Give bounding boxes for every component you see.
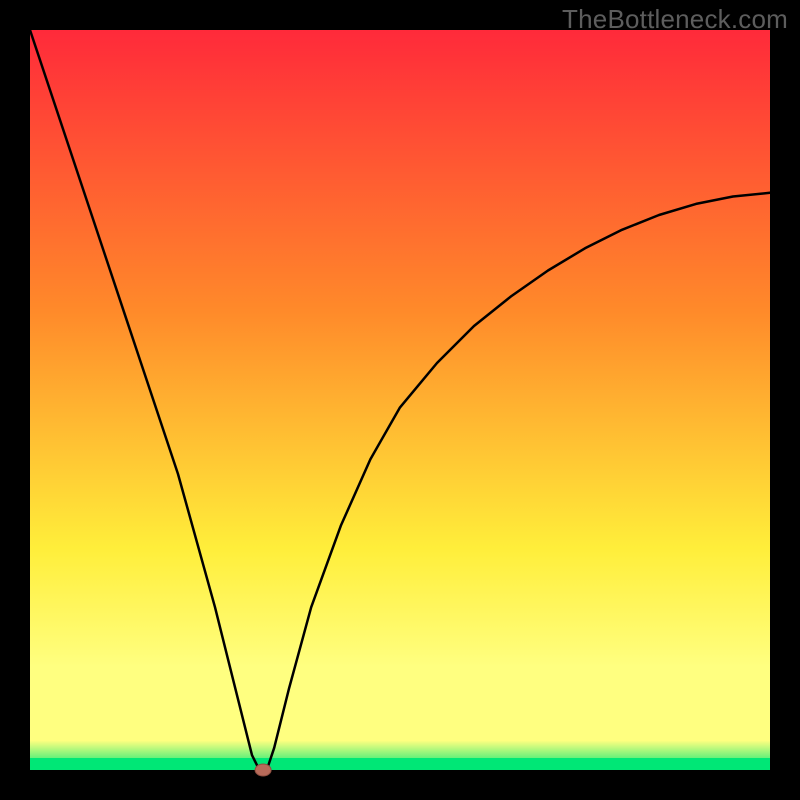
- optimal-marker: [255, 764, 271, 776]
- green-baseline: [30, 758, 770, 770]
- bottleneck-chart: [0, 0, 800, 800]
- plot-background: [30, 30, 770, 770]
- chart-frame: { "watermark": "TheBottleneck.com", "col…: [0, 0, 800, 800]
- watermark-text: TheBottleneck.com: [562, 4, 788, 35]
